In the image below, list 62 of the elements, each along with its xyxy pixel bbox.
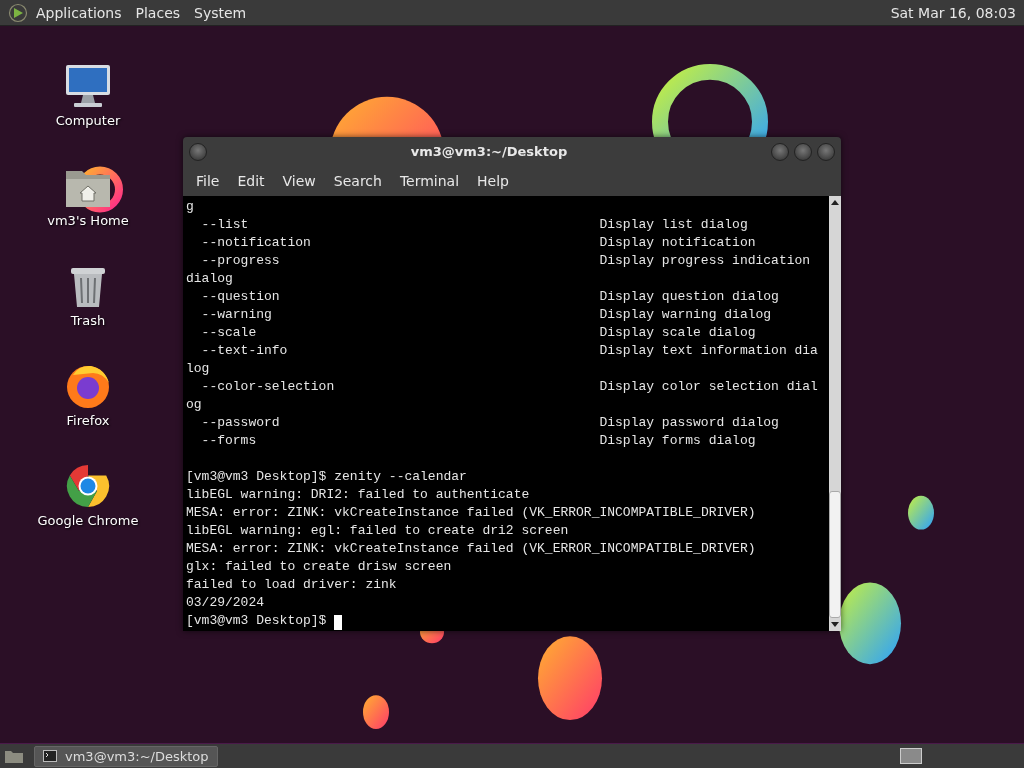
terminal-text: dialog — [186, 270, 233, 288]
terminal-icon — [43, 750, 57, 762]
terminal-text: Display scale dialog — [599, 324, 756, 342]
panel-menu[interactable]: Applications — [36, 4, 122, 21]
window-menu-button[interactable] — [189, 142, 207, 161]
terminal-text: 03/29/2024 — [186, 594, 264, 612]
terminal-text: --forms — [200, 432, 258, 450]
window-title: vm3@vm3:~/Desktop — [409, 144, 569, 159]
minimize-button[interactable] — [771, 142, 789, 161]
maximize-button[interactable] — [794, 142, 812, 161]
terminal-text: Display warning dialog — [599, 306, 772, 324]
terminal-text: Display password dialog — [599, 414, 779, 432]
terminal-text: Display notification — [599, 234, 756, 252]
terminal-text: Display progress indication — [599, 252, 811, 270]
workspace-switcher[interactable] — [900, 748, 922, 764]
terminal-text: libEGL warning: egl: failed to create dri2 screen — [186, 522, 569, 540]
menu-item[interactable]: View — [274, 173, 324, 189]
terminal-text: [vm3@vm3 Desktop]$ zenity --calendar — [186, 468, 467, 486]
panel-menu[interactable]: System — [194, 4, 247, 21]
terminal-text: Display forms dialog — [599, 432, 756, 450]
terminal-text: Display color selection dial — [599, 378, 818, 396]
firefox-icon[interactable] — [65, 363, 111, 409]
menu-item[interactable]: Terminal — [391, 173, 468, 189]
menu-item[interactable]: Edit — [229, 173, 273, 189]
terminal-text: --color-selection — [200, 378, 336, 396]
terminal-prompt: [vm3@vm3 Desktop]$ — [186, 612, 327, 630]
terminal-text: MESA: error: ZINK: vkCreateInstance failed (VK_ERROR_INCOMPATIBLE_DRIVER) — [186, 504, 756, 522]
show-desktop-icon[interactable] — [4, 748, 24, 764]
terminal-text: g — [186, 198, 194, 216]
terminal-text: --text-info — [200, 342, 289, 360]
desktop-icon-label[interactable]: vm3's Home — [47, 213, 129, 228]
terminal-text: --question — [200, 288, 281, 306]
terminal-text: og — [186, 396, 202, 414]
terminal-text: --progress — [200, 252, 281, 270]
terminal-text: libEGL warning: DRI2: failed to authenticate — [186, 486, 530, 504]
clock[interactable]: Sat Mar 16, 08:03 — [890, 4, 1016, 21]
scrollbar[interactable] — [829, 196, 841, 631]
terminal-text: --list — [200, 216, 250, 234]
panel-menu[interactable]: Places — [135, 4, 181, 21]
desktop-icon-label[interactable]: Computer — [55, 113, 121, 128]
terminal-text: Display list dialog — [599, 216, 748, 234]
desktop-icon-label[interactable]: Trash — [70, 313, 106, 328]
menu-item[interactable]: Help — [469, 173, 517, 189]
terminal-text: --scale — [200, 324, 258, 342]
terminal-text: log — [186, 360, 210, 378]
terminal-text: Display question dialog — [599, 288, 779, 306]
desktop-icon-label[interactable]: Google Chrome — [37, 513, 139, 528]
menu-item[interactable]: File — [188, 173, 228, 189]
terminal-text: --notification — [200, 234, 312, 252]
close-button[interactable] — [817, 142, 835, 161]
trash-icon[interactable] — [68, 265, 108, 309]
taskbar-button[interactable]: vm3@vm3:~/Desktop — [34, 745, 218, 767]
terminal-text: glx: failed to create drisw screen — [186, 558, 452, 576]
terminal-text: Display text information dia — [599, 342, 818, 360]
terminal-text: failed to load driver: zink — [186, 576, 397, 594]
terminal-text: --password — [200, 414, 281, 432]
chrome-icon[interactable] — [65, 463, 111, 509]
menu-item[interactable]: Search — [325, 173, 390, 189]
desktop-icon-label[interactable]: Firefox — [66, 413, 110, 428]
terminal-text: --warning — [200, 306, 273, 324]
terminal-text: MESA: error: ZINK: vkCreateInstance failed (VK_ERROR_INCOMPATIBLE_DRIVER) — [186, 540, 756, 558]
menu-logo-icon[interactable] — [8, 2, 28, 23]
